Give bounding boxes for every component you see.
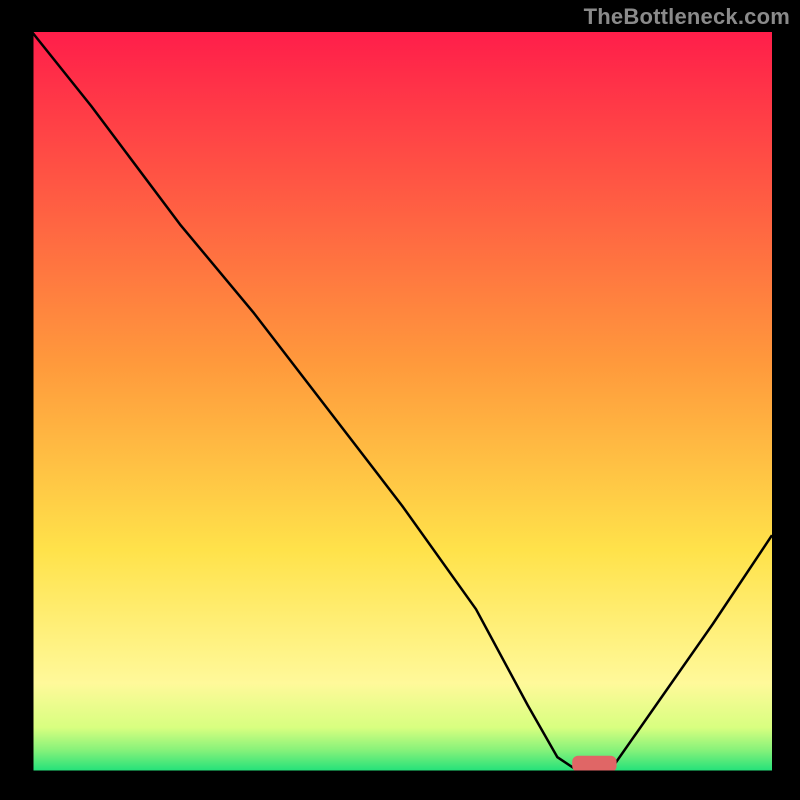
plot-background <box>32 32 772 772</box>
chart-frame: { "watermark": "TheBottleneck.com", "col… <box>0 0 800 800</box>
bottleneck-chart <box>0 0 800 800</box>
optimum-marker <box>572 756 616 772</box>
